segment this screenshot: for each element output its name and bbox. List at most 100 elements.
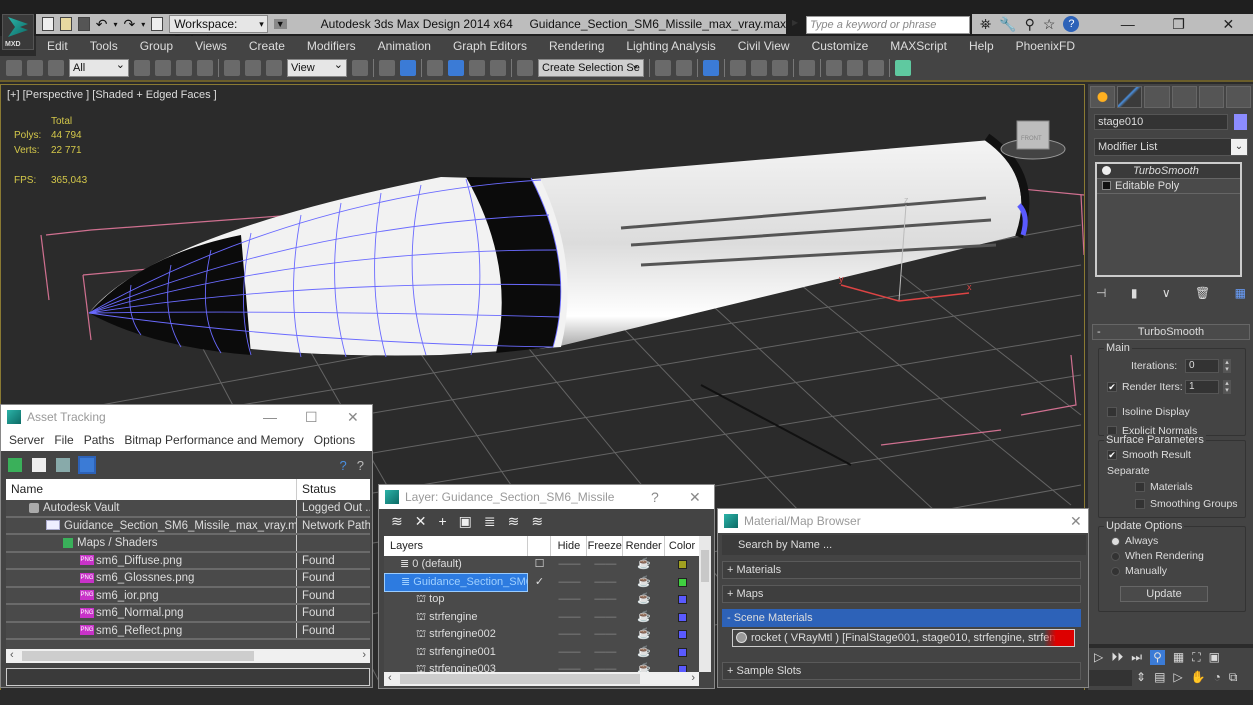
layer-object-row[interactable]: ⛫ strfengine003 —— —— ☕ (384, 661, 699, 672)
section-materials[interactable]: + Materials (722, 561, 1081, 579)
unlink-icon[interactable] (27, 60, 43, 76)
create-tab-icon[interactable] (1090, 86, 1116, 108)
keyword-search-input[interactable]: Type a keyword or phrase (806, 16, 970, 34)
hide-toggle[interactable]: —— (552, 591, 588, 608)
current-layer-toggle[interactable]: ✓ (528, 574, 552, 591)
stack-item-turbosmooth[interactable]: TurboSmooth (1097, 164, 1240, 179)
freeze-toggle[interactable]: —— (587, 556, 623, 573)
layer-object-row[interactable]: ⛫ strfengine001 —— —— ☕ (384, 644, 699, 662)
thumbnail-view-icon[interactable] (56, 458, 70, 472)
scroll-thumb[interactable] (400, 674, 640, 684)
color-swatch[interactable] (677, 577, 687, 587)
pan-hand-icon[interactable]: ✋ (1191, 670, 1206, 685)
menu-help[interactable]: Help (958, 39, 1005, 53)
layer-color-cell[interactable] (665, 647, 699, 657)
spinner-arrows-icon[interactable]: ▴ ▾ (1223, 359, 1231, 373)
context-help-icon[interactable]: ? (357, 458, 364, 473)
snaps-toggle-icon[interactable] (427, 60, 443, 76)
minimize-button[interactable]: — (263, 405, 277, 429)
section-sample-slots[interactable]: + Sample Slots (722, 662, 1081, 680)
render-teapot-icon[interactable]: ☕ (623, 574, 665, 591)
manually-radio[interactable] (1111, 566, 1120, 576)
angle-snap-icon[interactable] (448, 60, 464, 76)
menu-create[interactable]: Create (238, 39, 296, 53)
add-to-layer-icon[interactable]: + (438, 513, 446, 529)
layer-color-cell[interactable] (665, 612, 699, 622)
asset-row[interactable]: PNG sm6_Normal.png Found (6, 605, 370, 623)
object-name-field[interactable]: stage010 (1094, 114, 1228, 130)
utilities-tab-icon[interactable] (1225, 86, 1252, 108)
table-view-icon[interactable] (78, 456, 96, 474)
asset-row[interactable]: Maps / Shaders (6, 535, 370, 553)
create-layer-icon[interactable]: ≋ (391, 513, 403, 530)
help-icon[interactable]: ? (1063, 16, 1080, 32)
column-status[interactable]: Status (297, 479, 370, 500)
menu-customize[interactable]: Customize (801, 39, 880, 53)
qat-customize-icon[interactable]: ▼ (273, 19, 287, 29)
highlight-layer-icon[interactable]: ≣ (484, 513, 496, 530)
project-folder-icon[interactable] (151, 17, 164, 31)
help-button[interactable]: ? (651, 485, 659, 509)
material-browser-titlebar[interactable]: Material/Map Browser ✕ (718, 509, 1088, 533)
modify-tab-icon[interactable] (1117, 86, 1143, 108)
layer-name-cell[interactable]: ⛫ strfengine (384, 609, 528, 626)
isoline-display-checkbox[interactable] (1107, 407, 1117, 417)
display-tab-icon[interactable] (1198, 86, 1224, 108)
save-icon[interactable] (77, 17, 90, 31)
undo-icon[interactable]: ↶ (96, 16, 108, 33)
smooth-result-checkbox[interactable]: ✔ (1107, 450, 1117, 460)
column-freeze[interactable]: Freeze (587, 536, 624, 556)
zoom-all-icon[interactable]: ▦ (1173, 650, 1184, 665)
satellite-icon[interactable]: ⚲ (1025, 16, 1035, 33)
frame-field[interactable] (1088, 670, 1132, 686)
scroll-thumb[interactable] (22, 651, 254, 661)
column-hide[interactable]: Hide (551, 536, 588, 556)
render-teapot-icon[interactable]: ☕ (623, 609, 665, 626)
rollout-header[interactable]: - TurboSmooth (1092, 324, 1250, 340)
scale-icon[interactable] (266, 60, 282, 76)
menu-civil-view[interactable]: Civil View (727, 39, 801, 53)
freeze-toggle[interactable]: —— (587, 626, 623, 643)
freeze-toggle[interactable]: —— (587, 661, 623, 672)
time-config-icon[interactable]: ▤ (1154, 670, 1165, 685)
layer-name-cell[interactable]: ⛫ strfengine003 (384, 661, 528, 672)
color-swatch[interactable] (677, 612, 687, 622)
column-render[interactable]: Render (623, 536, 666, 556)
maximize-viewport-icon[interactable]: ⧉ (1229, 670, 1238, 685)
percent-snap-icon[interactable] (469, 60, 485, 76)
new-file-icon[interactable] (42, 17, 54, 31)
minimize-button[interactable]: — (1121, 16, 1135, 32)
go-to-end-icon[interactable]: ⏭ (1131, 650, 1142, 665)
hierarchy-tab-icon[interactable] (1144, 86, 1170, 108)
hide-toggle[interactable]: —— (552, 609, 588, 626)
zoom-extents-icon[interactable]: ⛶ (1192, 650, 1200, 665)
layer-color-cell[interactable] (665, 577, 699, 587)
keyboard-shortcut-override-icon[interactable] (400, 60, 416, 76)
pivot-center-icon[interactable] (352, 60, 368, 76)
configure-modifier-sets-icon[interactable]: ▦ (1235, 286, 1246, 300)
align-icon[interactable] (676, 60, 692, 76)
workspace-dropdown[interactable]: Workspace: Default (169, 15, 268, 47)
hide-toggle[interactable]: —— (552, 626, 588, 643)
edit-named-selection-icon[interactable] (517, 60, 533, 76)
zoom-extents-all-icon[interactable]: ▣ (1209, 650, 1220, 665)
color-swatch[interactable] (677, 665, 687, 672)
rendered-frame-window-icon[interactable] (847, 60, 863, 76)
asset-tracking-titlebar[interactable]: Asset Tracking — ☐ ✕ (1, 405, 372, 429)
separate-smoothing-groups-checkbox[interactable] (1135, 499, 1145, 509)
phoenixfd-icon[interactable] (895, 60, 911, 76)
layer-color-cell[interactable] (665, 665, 699, 672)
pin-stack-icon[interactable]: ⊣ (1096, 286, 1106, 300)
close-button[interactable]: ✕ (1070, 509, 1082, 533)
column-name[interactable]: Name (6, 479, 297, 500)
horizontal-scrollbar[interactable]: ‹ › (384, 672, 699, 686)
layer-row[interactable]: ≣ 0 (default) ☐ —— —— ☕ (384, 556, 699, 574)
scroll-left-icon[interactable]: ‹ (10, 649, 14, 661)
wrench-icon[interactable]: 🔧 (999, 16, 1016, 33)
field-of-view-icon[interactable]: ▷ (1173, 670, 1182, 685)
asset-row[interactable]: PNG sm6_ior.png Found (6, 587, 370, 605)
layer-name-cell[interactable]: ⛫ top (384, 591, 528, 608)
layer-name-cell[interactable]: ⛫ strfengine001 (384, 644, 528, 661)
select-by-name-icon[interactable] (155, 60, 171, 76)
mirror-icon[interactable] (655, 60, 671, 76)
